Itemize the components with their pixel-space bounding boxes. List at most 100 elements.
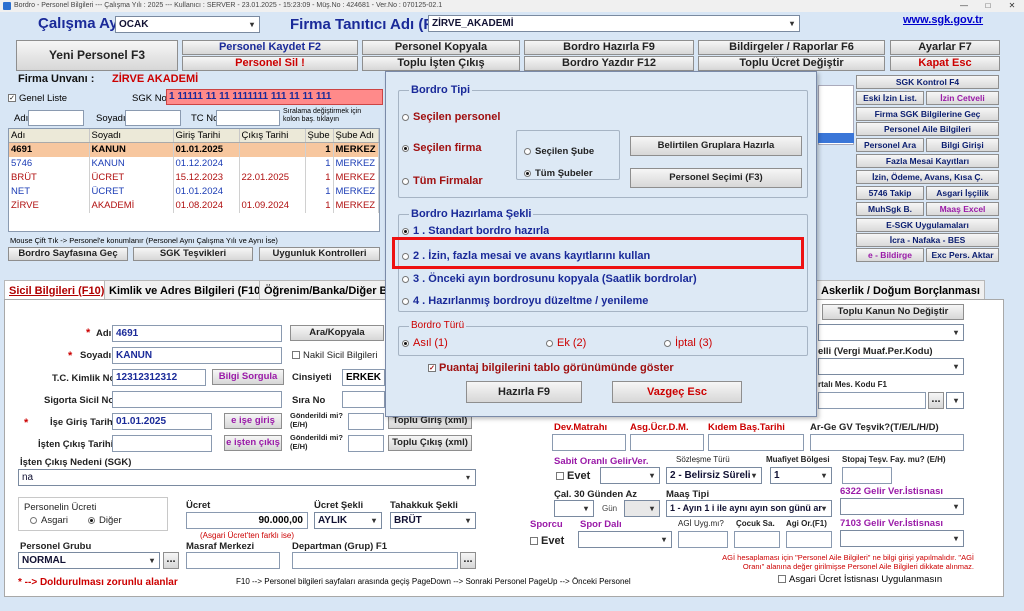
ayarlar-button[interactable]: Ayarlar F7: [890, 40, 1000, 55]
ek-radio[interactable]: Ek (2): [546, 337, 586, 349]
col-sube[interactable]: Şube: [305, 129, 334, 143]
col-sube-adi[interactable]: Şube Adı: [333, 129, 379, 143]
maas-excel-button[interactable]: Maaş Excel: [926, 202, 999, 216]
table-row[interactable]: 5746 KANUN 01.12.2024 1 MERKEZ: [9, 156, 379, 171]
diger-radio[interactable]: Diğer: [88, 515, 122, 526]
col-giris[interactable]: Giriş Tarihi: [173, 129, 240, 143]
e-isten-cikis-button[interactable]: e işten çıkış: [224, 435, 282, 451]
maximize-icon[interactable]: □: [976, 0, 1000, 12]
cal30-select[interactable]: ▾: [554, 500, 594, 517]
firma-select[interactable]: ZİRVE_AKADEMİ ▾: [428, 15, 800, 32]
tab-askerlik[interactable]: Askerlik / Doğum Borçlanması: [816, 280, 985, 300]
vergi-muaf-select[interactable]: ▾: [818, 358, 964, 375]
esgk-button[interactable]: E-SGK Uygulamaları: [856, 218, 999, 232]
dev-matrahi-input[interactable]: [552, 434, 626, 451]
personel-aile-button[interactable]: Personel Aile Bilgileri: [856, 122, 999, 136]
tab-sicil[interactable]: Sicil Bilgileri (F10): [4, 280, 110, 300]
bilgi-girisi-button[interactable]: Bilgi Girişi: [926, 138, 999, 152]
firma-sgk-button[interactable]: Firma SGK Bilgilerine Geç: [856, 107, 999, 121]
opt3-radio[interactable]: 3 . Önceki ayın bordrosunu kopyala (Saat…: [402, 273, 697, 285]
ise-giris-input[interactable]: 01.01.2025: [112, 413, 212, 430]
secilen-sube-radio[interactable]: Seçilen Şube: [524, 146, 594, 157]
cinsiyet-select[interactable]: ERKEK: [342, 369, 385, 386]
bilgi-sorgula-button[interactable]: Bilgi Sorgula: [212, 369, 284, 385]
sabit-oranli-checkbox[interactable]: Evet: [556, 470, 590, 482]
secilen-firma-radio[interactable]: Seçilen firma: [402, 142, 481, 154]
calisma-ayi-select[interactable]: OCAK ▾: [115, 16, 260, 33]
personel-grubu-select[interactable]: NORMAL ▾: [18, 552, 160, 569]
ucret-input[interactable]: 90.000,00: [186, 512, 308, 529]
nakil-checkbox[interactable]: Nakil Sicil Bilgileri: [292, 350, 377, 361]
isten-cikis-nedeni-select[interactable]: na ▾: [18, 469, 476, 486]
cocuk-input[interactable]: [734, 531, 780, 548]
personel-grid[interactable]: Adı Soyadı Giriş Tarihi Çıkış Tarihi Şub…: [8, 128, 380, 232]
table-row[interactable]: BRÜT ÜCRET 15.12.2023 22.01.2025 1 MERKEZ: [9, 170, 379, 185]
adi-filter-input[interactable]: [28, 110, 84, 126]
tum-subeler-radio[interactable]: Tüm Şubeler: [524, 168, 593, 179]
vazgec-button[interactable]: Vazgeç Esc: [612, 381, 742, 403]
asil-radio[interactable]: Asıl (1): [402, 337, 448, 349]
more-button[interactable]: ...: [460, 552, 476, 569]
departman-input[interactable]: [292, 552, 458, 569]
sira-no-input[interactable]: [342, 391, 385, 408]
exc-pers-button[interactable]: Exc Pers. Aktar: [926, 248, 999, 262]
personel-sil-button[interactable]: Personel Sil !: [182, 56, 358, 71]
soyadi-input[interactable]: KANUN: [112, 347, 282, 364]
gelir6322-select[interactable]: ▾: [840, 498, 964, 515]
maas-tipi-select[interactable]: 1 - Ayın 1 i ile aynı ayın son günü ar ▾: [666, 500, 832, 517]
puantaj-checkbox[interactable]: ✓ Puantaj bilgilerini tablo görünümünde g…: [428, 362, 674, 374]
sgk-kontrol-button[interactable]: SGK Kontrol F4: [856, 75, 999, 89]
table-row[interactable]: NET ÜCRET 01.01.2024 1 MERKEZ: [9, 184, 379, 199]
kapat-button[interactable]: Kapat Esc: [890, 56, 1000, 71]
muafiyet-select[interactable]: 1 ▾: [770, 467, 832, 484]
isten-cikis-input[interactable]: [112, 435, 212, 452]
kanun-select[interactable]: ▾: [818, 324, 964, 341]
kidem-input[interactable]: [708, 434, 804, 451]
bordro-sayfasina-button[interactable]: Bordro Sayfasına Geç: [8, 247, 128, 261]
toplu-isten-cikis-button[interactable]: Toplu İşten Çıkış: [362, 56, 520, 71]
masraf-input[interactable]: [186, 552, 280, 569]
toplu-cikis-button[interactable]: Toplu Çıkış (xml): [388, 435, 472, 451]
hazirla-button[interactable]: Hazırla F9: [466, 381, 582, 403]
gonderildi-input[interactable]: [348, 413, 384, 430]
ebildirge-button[interactable]: e - Bildirge: [856, 248, 924, 262]
agi-uyg-input[interactable]: [678, 531, 728, 548]
spor-dali-select[interactable]: ▾: [578, 531, 672, 548]
tab-ogrenim[interactable]: Öğrenim/Banka/Diğer Bil: [259, 280, 399, 300]
e-ise-giris-button[interactable]: e işe giriş: [224, 413, 282, 429]
soyadi-filter-input[interactable]: [125, 110, 181, 126]
agi-oran-input[interactable]: [786, 531, 832, 548]
sozlesme-select[interactable]: 2 - Belirsiz Süreli ▾: [666, 467, 762, 484]
tc-input[interactable]: 12312312312: [112, 369, 206, 386]
ara-kopyala-button[interactable]: Ara/Kopyala: [290, 325, 384, 341]
sabit-oranli-select[interactable]: ▾: [600, 467, 660, 484]
more-button[interactable]: ...: [163, 552, 179, 569]
close-icon[interactable]: ✕: [1000, 0, 1024, 12]
toplu-ucret-button[interactable]: Toplu Ücret Değiştir: [698, 56, 885, 71]
yeni-personel-button[interactable]: Yeni Personel F3: [16, 40, 178, 71]
muhsgk-button[interactable]: MuhSgk B.: [856, 202, 924, 216]
asgari-iscilik-button[interactable]: Asgari İşçilik: [926, 186, 999, 200]
bordro-hazirla-button[interactable]: Bordro Hazırla F9: [524, 40, 694, 55]
takip-5746-button[interactable]: 5746 Takip: [856, 186, 924, 200]
gelir7103-select[interactable]: ▾: [840, 530, 964, 547]
tc-no-filter-input[interactable]: [216, 110, 280, 126]
col-adi[interactable]: Adı: [9, 129, 90, 143]
gonderildi-input[interactable]: [348, 435, 384, 452]
opt1-radio[interactable]: 1 . Standart bordro hazırla: [402, 225, 549, 235]
izin-odeme-button[interactable]: İzin, Ödeme, Avans, Kısa Ç.: [856, 170, 999, 184]
personel-kopyala-button[interactable]: Personel Kopyala: [362, 40, 520, 55]
asg-ucr-input[interactable]: [630, 434, 704, 451]
adi-input[interactable]: 4691: [112, 325, 282, 342]
icra-button[interactable]: İcra - Nafaka - BES: [856, 233, 999, 247]
tab-kimlik[interactable]: Kimlik ve Adres Bilgileri (F10): [104, 280, 269, 300]
col-soyadi[interactable]: Soyadı: [89, 129, 174, 143]
fazla-mesai-button[interactable]: Fazla Mesai Kayıtları: [856, 154, 999, 168]
opt4-radio[interactable]: 4 . Hazırlanmış bordroyu düzeltme / yeni…: [402, 295, 648, 307]
personel-kaydet-button[interactable]: Personel Kaydet F2: [182, 40, 358, 55]
eski-izin-button[interactable]: Eski İzin List.: [856, 91, 924, 105]
bildirgeler-button[interactable]: Bildirgeler / Raporlar F6: [698, 40, 885, 55]
tahakkuk-select[interactable]: BRÜT ▾: [390, 512, 476, 529]
asgari-istisna-checkbox[interactable]: Asgari Ücret İstisnası Uygulanmasın: [778, 574, 942, 585]
col-cikis[interactable]: Çıkış Tarihi: [239, 129, 306, 143]
